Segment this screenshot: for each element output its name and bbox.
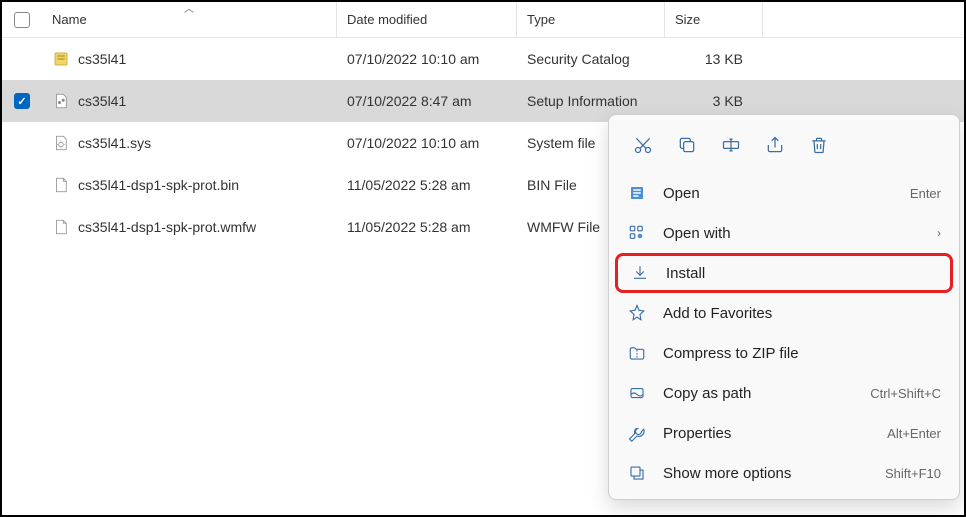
menu-label: Open with bbox=[663, 225, 921, 242]
menu-label: Install bbox=[666, 265, 938, 282]
menu-shortcut: Enter bbox=[910, 186, 941, 201]
menu-label: Open bbox=[663, 185, 894, 202]
row-checkbox[interactable]: ✓ bbox=[14, 93, 30, 109]
copy-path-icon bbox=[627, 383, 647, 403]
menu-item-open-with[interactable]: Open with › bbox=[615, 213, 953, 253]
row-checkbox-cell[interactable]: ✓ bbox=[2, 93, 42, 109]
type-column-header[interactable]: Type bbox=[517, 2, 665, 37]
column-header-row: ︿ Name Date modified Type Size bbox=[2, 2, 964, 38]
file-name-label: cs35l41-dsp1-spk-prot.wmfw bbox=[78, 219, 256, 235]
file-row[interactable]: cs35l41 07/10/2022 10:10 amSecurity Catal… bbox=[2, 38, 964, 80]
open-with-icon bbox=[627, 223, 647, 243]
size-column-header[interactable]: Size bbox=[665, 2, 763, 37]
share-button[interactable] bbox=[755, 127, 795, 163]
file-name-cell[interactable]: cs35l41 bbox=[42, 92, 337, 110]
menu-label: Properties bbox=[663, 425, 871, 442]
file-name-cell[interactable]: cs35l41 bbox=[42, 50, 337, 68]
file-name-cell[interactable]: cs35l41-dsp1-spk-prot.bin bbox=[42, 176, 337, 194]
menu-item-properties[interactable]: Properties Alt+Enter bbox=[615, 413, 953, 453]
zip-icon bbox=[627, 343, 647, 363]
menu-label: Copy as path bbox=[663, 385, 854, 402]
file-date-cell: 07/10/2022 8:47 am bbox=[337, 93, 517, 109]
menu-shortcut: Shift+F10 bbox=[885, 466, 941, 481]
menu-shortcut: Alt+Enter bbox=[887, 426, 941, 441]
menu-item-compress[interactable]: Compress to ZIP file bbox=[615, 333, 953, 373]
menu-item-copy-path[interactable]: Copy as path Ctrl+Shift+C bbox=[615, 373, 953, 413]
menu-item-install[interactable]: Install bbox=[615, 253, 953, 293]
file-date-cell: 07/10/2022 10:10 am bbox=[337, 135, 517, 151]
file-name-cell[interactable]: cs35l41.sys bbox=[42, 134, 337, 152]
file-size-cell: 13 KB bbox=[665, 51, 763, 67]
rename-icon bbox=[721, 135, 741, 155]
menu-item-more-options[interactable]: Show more options Shift+F10 bbox=[615, 453, 953, 493]
date-column-header[interactable]: Date modified bbox=[337, 2, 517, 37]
more-options-icon bbox=[627, 463, 647, 483]
file-date-cell: 11/05/2022 5:28 am bbox=[337, 219, 517, 235]
file-type-icon bbox=[52, 92, 70, 110]
date-column-label: Date modified bbox=[347, 12, 427, 27]
chevron-right-icon: › bbox=[937, 226, 941, 240]
share-icon bbox=[765, 135, 785, 155]
file-name-label: cs35l41 bbox=[78, 93, 126, 109]
file-type-icon bbox=[52, 218, 70, 236]
quick-action-bar bbox=[615, 121, 953, 173]
select-all-checkbox[interactable] bbox=[14, 12, 30, 28]
menu-label: Show more options bbox=[663, 465, 869, 482]
sort-ascending-icon: ︿ bbox=[184, 0, 194, 15]
name-column-header[interactable]: ︿ Name bbox=[42, 2, 337, 37]
file-type-icon bbox=[52, 134, 70, 152]
menu-shortcut: Ctrl+Shift+C bbox=[870, 386, 941, 401]
size-column-label: Size bbox=[675, 12, 700, 27]
file-name-label: cs35l41-dsp1-spk-prot.bin bbox=[78, 177, 239, 193]
file-type-icon bbox=[52, 50, 70, 68]
type-column-label: Type bbox=[527, 12, 555, 27]
menu-item-favorites[interactable]: Add to Favorites bbox=[615, 293, 953, 333]
install-icon bbox=[630, 263, 650, 283]
file-name-cell[interactable]: cs35l41-dsp1-spk-prot.wmfw bbox=[42, 218, 337, 236]
menu-item-open[interactable]: Open Enter bbox=[615, 173, 953, 213]
file-type-cell: Setup Information bbox=[517, 93, 665, 109]
copy-icon bbox=[677, 135, 697, 155]
context-menu: Open Enter Open with › Install Add to Fa… bbox=[608, 114, 960, 500]
wrench-icon bbox=[627, 423, 647, 443]
menu-label: Compress to ZIP file bbox=[663, 345, 941, 362]
file-date-cell: 07/10/2022 10:10 am bbox=[337, 51, 517, 67]
file-type-icon bbox=[52, 176, 70, 194]
file-name-label: cs35l41.sys bbox=[78, 135, 151, 151]
cut-icon bbox=[633, 135, 653, 155]
file-name-label: cs35l41 bbox=[78, 51, 126, 67]
cut-button[interactable] bbox=[623, 127, 663, 163]
delete-button[interactable] bbox=[799, 127, 839, 163]
name-column-label: Name bbox=[52, 12, 87, 27]
menu-label: Add to Favorites bbox=[663, 305, 941, 322]
file-type-cell: Security Catalog bbox=[517, 51, 665, 67]
file-date-cell: 11/05/2022 5:28 am bbox=[337, 177, 517, 193]
open-icon bbox=[627, 183, 647, 203]
rename-button[interactable] bbox=[711, 127, 751, 163]
select-all-header[interactable] bbox=[2, 2, 42, 37]
star-icon bbox=[627, 303, 647, 323]
copy-button[interactable] bbox=[667, 127, 707, 163]
trash-icon bbox=[809, 135, 829, 155]
file-size-cell: 3 KB bbox=[665, 93, 763, 109]
